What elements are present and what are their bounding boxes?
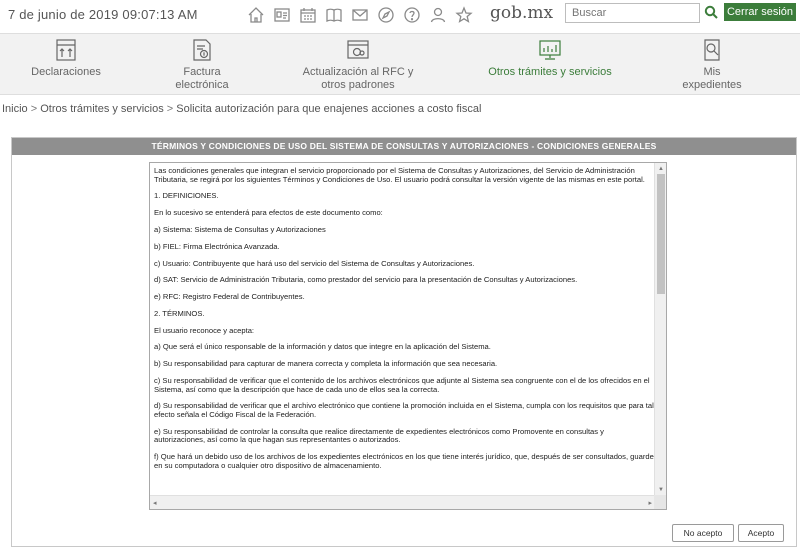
terms-paragraph: En lo sucesivo se entenderá para efectos… <box>154 208 383 218</box>
nav-label: expedientes <box>682 79 742 91</box>
scroll-corner <box>654 495 666 509</box>
vertical-scrollbar[interactable]: ▲ ▼ <box>654 163 666 495</box>
nav-item-expedientes[interactable]: Mis expedientes <box>672 37 752 92</box>
home-icon[interactable] <box>246 5 266 25</box>
terms-paragraph: f) Que hará un debido uso de los archivo… <box>154 452 654 470</box>
declaraciones-icon <box>53 37 79 63</box>
star-icon[interactable] <box>454 5 474 25</box>
terms-content: Las condiciones generales que integran e… <box>154 166 654 478</box>
search-icon[interactable] <box>704 5 718 19</box>
terms-paragraph: e) RFC: Registro Federal de Contribuyent… <box>154 292 305 302</box>
help-icon[interactable] <box>402 5 422 25</box>
breadcrumb-home[interactable]: Inicio <box>2 103 28 115</box>
top-bar: 7 de junio de 2019 09:07:13 AM gob.mx Bu… <box>0 0 800 32</box>
nav-label: electrónica <box>175 79 229 91</box>
terms-paragraph: 2. TÉRMINOS. <box>154 308 205 318</box>
reject-button[interactable]: No acepto <box>672 524 734 542</box>
nav-label: Declaraciones <box>31 66 101 78</box>
breadcrumb-separator: > <box>166 103 174 115</box>
nav-label: Actualización al RFC y <box>302 66 414 78</box>
mail-icon[interactable] <box>350 5 370 25</box>
expedientes-icon <box>699 37 725 63</box>
horizontal-scrollbar[interactable]: ◂ ▸ <box>150 495 656 509</box>
nav-label: Otros trámites y servicios <box>488 66 612 78</box>
scrollbar-thumb[interactable] <box>657 174 665 294</box>
scroll-down-icon[interactable]: ▼ <box>658 487 664 493</box>
user-icon[interactable] <box>428 5 448 25</box>
accept-button[interactable]: Acepto <box>738 524 784 542</box>
terms-paragraph: a) Que será el único responsable de la i… <box>154 342 491 352</box>
book-icon[interactable] <box>324 5 344 25</box>
terms-panel: TÉRMINOS Y CONDICIONES DE USO DEL SISTEM… <box>11 137 797 547</box>
search-input[interactable] <box>565 3 700 23</box>
breadcrumb-current: Solicita autorización para que enajenes … <box>176 103 482 115</box>
gobmx-logo[interactable]: gob.mx <box>490 3 553 23</box>
logout-button[interactable]: Cerrar sesión <box>724 3 796 21</box>
breadcrumb-separator: > <box>30 103 38 115</box>
terms-paragraph: Las condiciones generales que integran e… <box>154 166 645 184</box>
nav-label: otros padrones <box>321 79 395 91</box>
scroll-left-icon[interactable]: ◂ <box>153 499 157 507</box>
top-icons <box>246 5 474 25</box>
id-card-icon[interactable] <box>272 5 292 25</box>
panel-title: TÉRMINOS Y CONDICIONES DE USO DEL SISTEM… <box>12 138 796 155</box>
terms-paragraph: d) Su responsabilidad de verificar que e… <box>154 401 654 419</box>
main-nav: Declaraciones Factura electrónica Actual… <box>0 33 800 95</box>
terms-paragraph: 1. DEFINICIONES. <box>154 191 219 201</box>
nav-item-rfc[interactable]: Actualización al RFC y otros padrones <box>300 37 416 92</box>
terms-textarea[interactable]: Las condiciones generales que integran e… <box>149 162 667 510</box>
terms-paragraph: b) FIEL: Firma Electrónica Avanzada. <box>154 241 280 251</box>
nav-item-declaraciones[interactable]: Declaraciones <box>30 37 102 79</box>
terms-paragraph: El usuario reconoce y acepta: <box>154 325 255 335</box>
rfc-icon <box>345 37 371 63</box>
tramites-icon <box>537 37 563 63</box>
scroll-up-icon[interactable]: ▲ <box>658 166 664 172</box>
terms-paragraph: d) SAT: Servicio de Administración Tribu… <box>154 275 578 285</box>
breadcrumb-tramites[interactable]: Otros trámites y servicios <box>40 103 163 115</box>
factura-icon <box>189 37 215 63</box>
terms-paragraph: a) Sistema: Sistema de Consultas y Autor… <box>154 224 326 234</box>
nav-label: Mis <box>703 66 721 78</box>
terms-paragraph: c) Su responsabilidad de verificar que e… <box>154 375 650 394</box>
calendar-icon[interactable] <box>298 5 318 25</box>
scroll-right-icon[interactable]: ▸ <box>648 499 652 507</box>
terms-paragraph: b) Su responsabilidad para capturar de m… <box>154 359 498 369</box>
breadcrumb: Inicio > Otros trámites y servicios > So… <box>2 103 481 115</box>
nav-item-factura[interactable]: Factura electrónica <box>162 37 242 92</box>
terms-paragraph: c) Usuario: Contribuyente que hará uso d… <box>154 258 475 268</box>
nav-item-tramites[interactable]: Otros trámites y servicios <box>482 37 618 79</box>
terms-paragraph: e) Su responsabilidad de controlar la co… <box>154 426 604 445</box>
compass-icon[interactable] <box>376 5 396 25</box>
datetime: 7 de junio de 2019 09:07:13 AM <box>8 7 198 22</box>
nav-label: Factura <box>183 66 221 78</box>
